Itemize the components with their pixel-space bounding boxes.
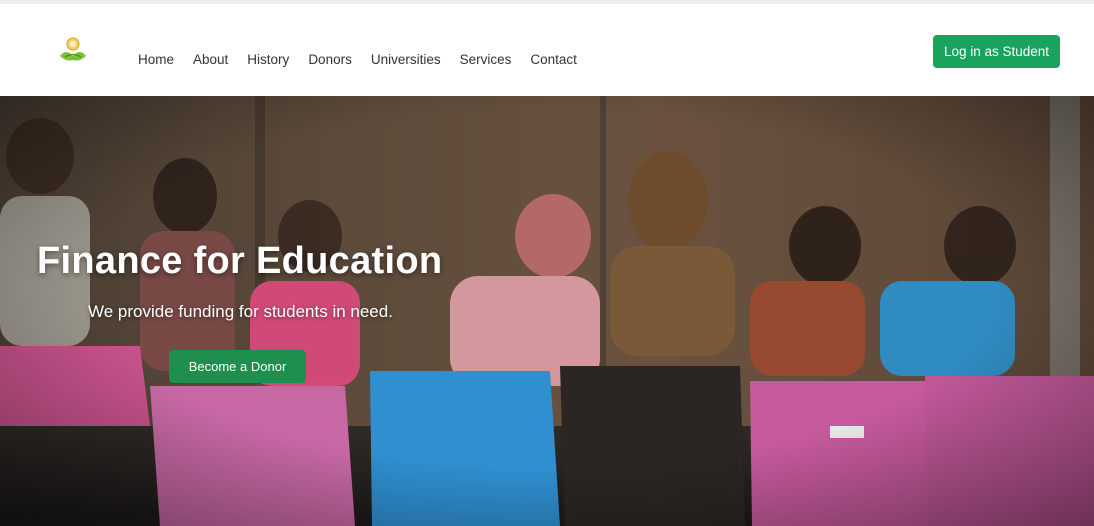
- nav-universities[interactable]: Universities: [371, 52, 441, 67]
- site-logo-icon[interactable]: [56, 36, 90, 66]
- nav-about[interactable]: About: [193, 52, 228, 67]
- nav-services[interactable]: Services: [460, 52, 512, 67]
- nav-history[interactable]: History: [247, 52, 289, 67]
- site-header: Home About History Donors Universities S…: [0, 4, 1094, 96]
- hero-section: Finance for Education We provide funding…: [0, 96, 1094, 526]
- hero-title: Finance for Education: [37, 240, 443, 282]
- become-donor-button[interactable]: Become a Donor: [169, 350, 306, 383]
- login-student-button[interactable]: Log in as Student: [933, 35, 1060, 68]
- nav-home[interactable]: Home: [138, 52, 174, 67]
- hero-subtitle: We provide funding for students in need.: [88, 302, 393, 321]
- nav-donors[interactable]: Donors: [308, 52, 352, 67]
- main-nav: Home About History Donors Universities S…: [138, 52, 596, 67]
- nav-contact[interactable]: Contact: [530, 52, 577, 67]
